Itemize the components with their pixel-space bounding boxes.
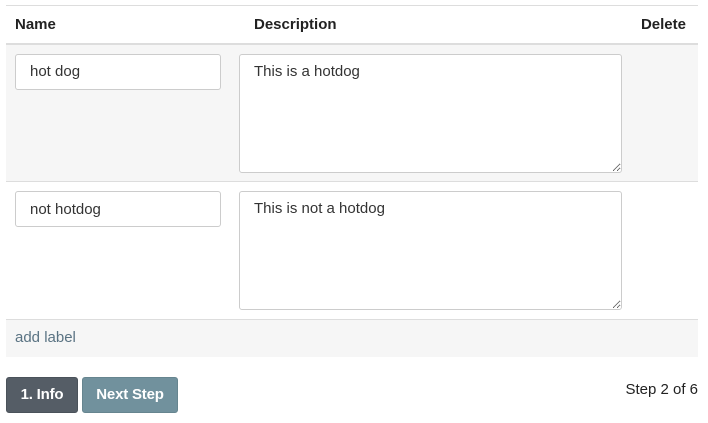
description-cell: This is not a hotdog (230, 181, 623, 320)
label-description-textarea[interactable]: This is a hotdog (239, 53, 622, 173)
name-cell (6, 181, 230, 320)
label-description-textarea[interactable]: This is not a hotdog (239, 191, 622, 310)
add-label-row: add label (6, 319, 698, 357)
labels-table: Name Description Delete This is a hotdog (6, 5, 698, 357)
table-row: This is a hotdog (6, 43, 698, 182)
page: Name Description Delete This is a hotdog (0, 0, 708, 423)
next-step-button[interactable]: Next Step (82, 377, 178, 413)
info-step-button[interactable]: 1. Info (6, 377, 78, 413)
label-name-input[interactable] (15, 53, 221, 90)
table-header-row: Name Description Delete (6, 5, 698, 45)
label-name-input[interactable] (15, 191, 221, 227)
table-row: This is not a hotdog (6, 181, 698, 320)
description-cell: This is a hotdog (230, 43, 623, 182)
description-column-header: Description (230, 5, 623, 45)
add-label-link[interactable]: add label (15, 329, 76, 346)
add-label-cell: add label (6, 319, 698, 357)
step-indicator: Step 2 of 6 (625, 381, 698, 398)
delete-column-header: Delete (623, 5, 698, 45)
name-column-header: Name (6, 5, 230, 45)
name-cell (6, 43, 230, 182)
delete-cell (623, 181, 698, 320)
delete-cell (623, 43, 698, 182)
